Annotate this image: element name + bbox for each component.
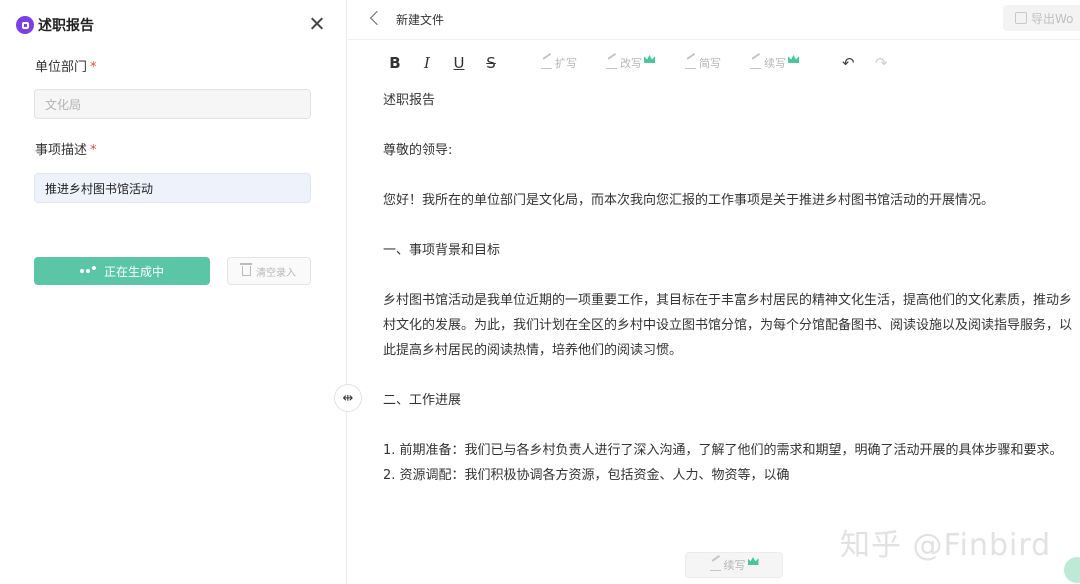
bold-button[interactable]: B (387, 52, 403, 74)
doc-paragraph: 乡村图书馆活动是我单位近期的一项重要工作，其目标在于丰富乡村居民的精神文化生活，… (383, 293, 1073, 358)
panel-header: 述职报告 (16, 12, 330, 38)
pen-icon (685, 58, 696, 69)
floating-continue-button[interactable]: 续写 (685, 552, 783, 578)
doc-salutation: 尊敬的领导: (383, 143, 453, 158)
magic-wand-icon (606, 58, 617, 69)
doc-heading: 述职报告 (383, 93, 436, 108)
back-icon[interactable] (369, 10, 385, 26)
app-logo-icon (16, 16, 34, 34)
export-word-button[interactable]: 导出Wo (1003, 5, 1080, 31)
rewrite-button[interactable]: 改写 (606, 52, 655, 74)
clear-label: 清空录入 (256, 267, 296, 279)
pen-icon (750, 58, 761, 69)
trash-icon (240, 263, 252, 276)
doc-list-item: 2. 资源调配：我们积极协调各方资源，包括资金、人力、物资等，以确 (383, 468, 790, 483)
continue-button[interactable]: 续写 (750, 52, 799, 74)
strikethrough-button[interactable]: S (483, 52, 499, 74)
desc-label: 事项描述 * (35, 143, 97, 158)
loading-icon (79, 266, 98, 273)
export-icon (1015, 12, 1027, 24)
panel-title: 述职报告 (38, 18, 94, 34)
underline-button[interactable]: U (451, 52, 467, 74)
required-mark: * (90, 60, 97, 75)
editor-toolbar: B I U S 扩写 改写 简写 续写 ↶ ↷ (348, 42, 1080, 82)
crown-icon (644, 55, 655, 63)
unit-label: 单位部门 * (35, 60, 97, 75)
italic-button[interactable]: I (419, 52, 435, 74)
document-name: 新建文件 (396, 13, 445, 27)
required-mark: * (90, 143, 97, 158)
close-icon[interactable] (306, 13, 328, 35)
doc-section-heading: 一、事项背景和目标 (383, 243, 501, 258)
shorten-button[interactable]: 简写 (685, 52, 721, 74)
crown-icon (788, 55, 799, 63)
document-body[interactable]: 述职报告 尊敬的领导: 您好！我所在的单位部门是文化局，而本次我向您汇报的工作事… (383, 88, 1073, 488)
undo-button[interactable]: ↶ (842, 52, 855, 74)
app-window: 述职报告 单位部门 * 文化局 事项描述 * 推进乡村图书馆活动 正在生成中 清空录… (0, 0, 1080, 584)
doc-paragraph: 您好！我所在的单位部门是文化局，而本次我向您汇报的工作事项是关于推进乡村图书馆活… (383, 193, 995, 208)
doc-section-heading: 二、工作进展 (383, 393, 462, 408)
desc-input[interactable]: 推进乡村图书馆活动 (34, 173, 311, 203)
editor-topbar: 新建文件 导出Wo (348, 0, 1080, 40)
form-panel: 述职报告 单位部门 * 文化局 事项描述 * 推进乡村图书馆活动 正在生成中 清空录… (0, 0, 347, 584)
doc-list-item: 1. 前期准备：我们已与各乡村负责人进行了深入沟通，了解了他们的需求和期望，明确… (383, 443, 1063, 458)
crown-icon (747, 557, 759, 565)
editor-panel: 新建文件 导出Wo B I U S 扩写 改写 简写 续写 ↶ ↷ 述职报告 尊… (348, 0, 1080, 584)
expand-button[interactable]: 扩写 (541, 52, 577, 74)
generate-label: 正在生成中 (103, 264, 164, 279)
watermark: 知乎 @Finbird (840, 528, 1052, 563)
generate-button[interactable]: 正在生成中 (34, 257, 210, 285)
redo-button[interactable]: ↷ (875, 52, 888, 74)
unit-input[interactable]: 文化局 (34, 89, 311, 119)
panel-resize-handle[interactable]: ⇹ (334, 384, 362, 412)
pen-icon (541, 58, 552, 69)
pen-icon (709, 560, 721, 571)
clear-button[interactable]: 清空录入 (227, 257, 311, 285)
